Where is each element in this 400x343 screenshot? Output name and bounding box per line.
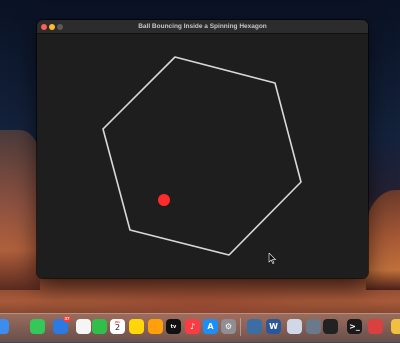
mouse-cursor-icon bbox=[268, 253, 277, 264]
finder-icon[interactable] bbox=[0, 319, 9, 334]
photos-icon[interactable] bbox=[76, 319, 91, 334]
pages-icon[interactable] bbox=[148, 319, 163, 334]
facetime-icon[interactable] bbox=[92, 319, 107, 334]
notes-icon[interactable] bbox=[129, 319, 144, 334]
music-icon[interactable]: ♪ bbox=[185, 319, 200, 334]
messages-icon[interactable] bbox=[30, 319, 45, 334]
display-icon[interactable] bbox=[306, 319, 321, 334]
system-settings-icon[interactable]: ⚙ bbox=[221, 319, 236, 334]
activity-monitor-icon[interactable] bbox=[323, 319, 338, 334]
mail-icon[interactable]: 37 bbox=[53, 316, 71, 334]
bouncing-ball bbox=[158, 194, 170, 206]
python-icon[interactable] bbox=[247, 319, 262, 334]
apple-tv-icon[interactable]: tv bbox=[166, 319, 181, 334]
dock-separator bbox=[240, 318, 241, 336]
word-icon[interactable]: W bbox=[266, 319, 281, 334]
window-title: Ball Bouncing Inside a Spinning Hexagon bbox=[138, 23, 267, 30]
notification-badge: 37 bbox=[63, 316, 71, 322]
simulation-canvas bbox=[102, 56, 302, 256]
spinning-hexagon bbox=[102, 56, 302, 256]
window-titlebar[interactable]: Ball Bouncing Inside a Spinning Hexagon bbox=[37, 20, 368, 34]
terminal-icon[interactable]: >_ bbox=[347, 319, 362, 334]
wallpaper-rock-left bbox=[0, 130, 40, 290]
preview-viewer-icon[interactable] bbox=[391, 319, 400, 334]
app-store-icon[interactable]: A bbox=[203, 319, 218, 334]
calendar-icon[interactable]: JUL 2 bbox=[110, 319, 125, 334]
preview-icon[interactable] bbox=[287, 319, 302, 334]
wallpaper-rock-right bbox=[366, 190, 400, 290]
app-window[interactable]: Ball Bouncing Inside a Spinning Hexagon bbox=[37, 20, 368, 278]
calendar-day-label: 2 bbox=[114, 323, 121, 332]
dock: 37 JUL 2 tv ♪ A ⚙ W >_ bbox=[0, 313, 400, 343]
photo-booth-icon[interactable] bbox=[368, 319, 383, 334]
